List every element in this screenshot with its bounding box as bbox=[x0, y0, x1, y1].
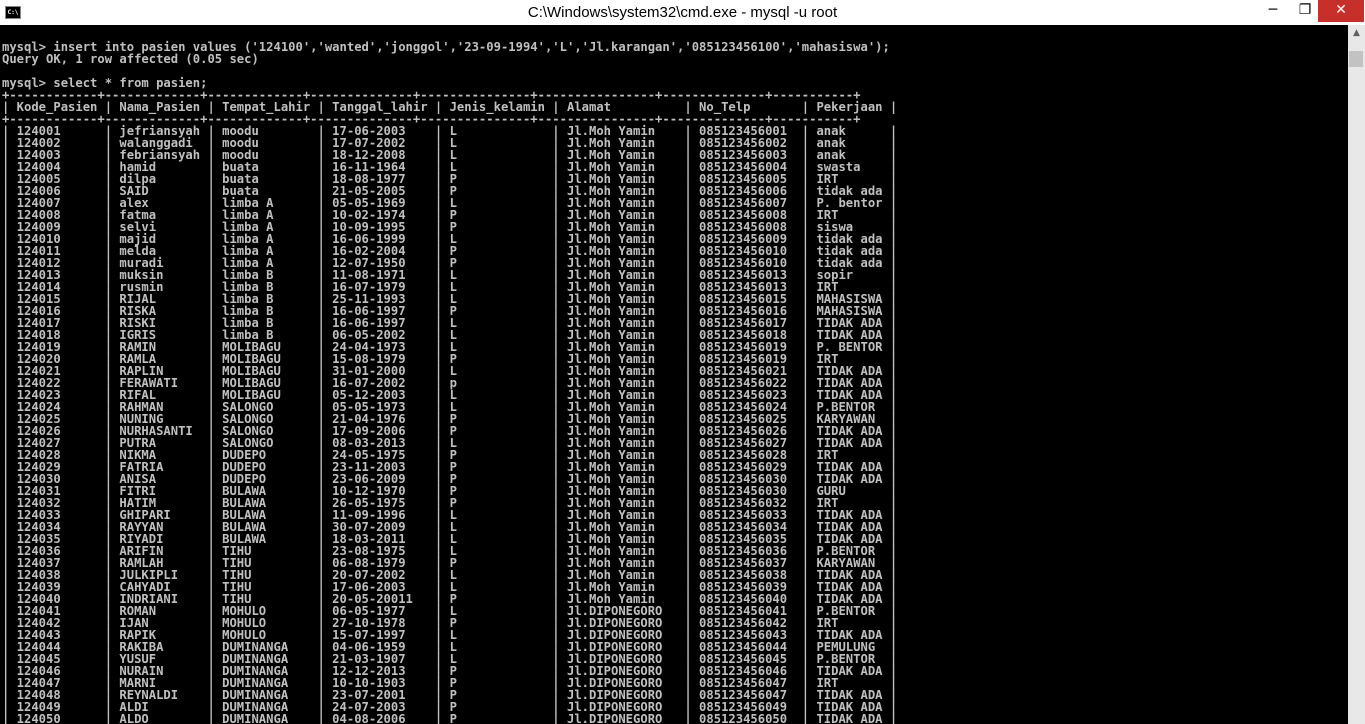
console-line: Query OK, 1 row affected (0.05 sec) bbox=[2, 52, 259, 66]
vertical-scrollbar[interactable]: ▲ bbox=[1348, 25, 1365, 724]
title-bar[interactable]: C:\ C:\Windows\system32\cmd.exe - mysql … bbox=[0, 0, 1365, 25]
table-row: | 124050 | ALDO | DUMINANGA | 04-08-2006… bbox=[2, 712, 898, 724]
scroll-up-arrow-icon[interactable]: ▲ bbox=[1348, 25, 1365, 42]
restore-button[interactable]: ❐ bbox=[1290, 0, 1320, 22]
minimize-button[interactable]: ─ bbox=[1258, 0, 1288, 22]
console-output[interactable]: mysql> insert into pasien values ('12410… bbox=[0, 25, 1348, 724]
close-button[interactable]: ✕ bbox=[1318, 0, 1364, 22]
window-title: C:\Windows\system32\cmd.exe - mysql -u r… bbox=[527, 4, 838, 21]
scrollbar-thumb[interactable] bbox=[1349, 51, 1363, 67]
